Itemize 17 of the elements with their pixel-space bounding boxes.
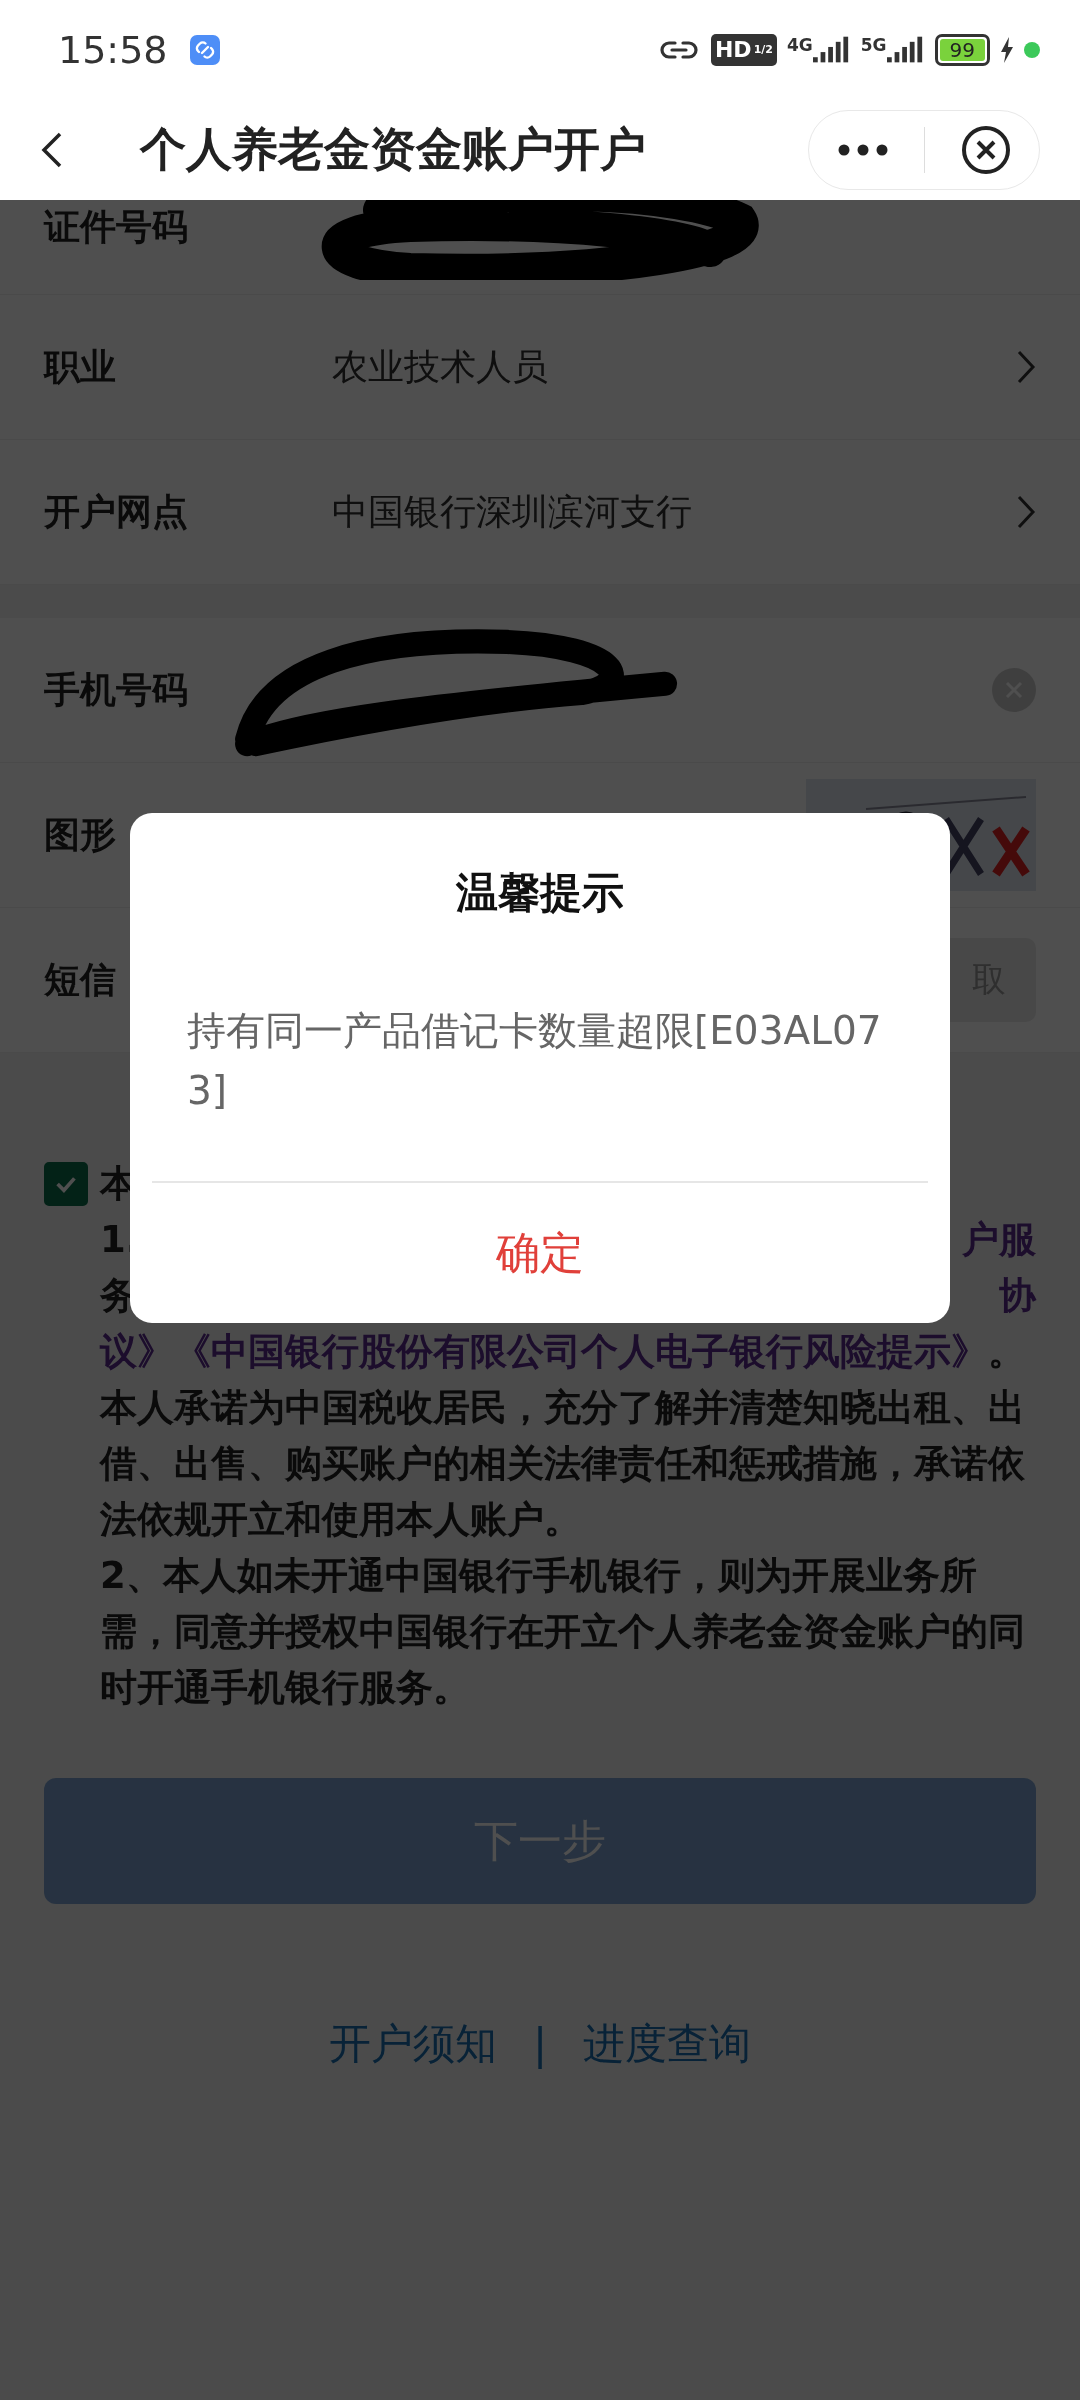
field-label: 图形 (44, 812, 116, 857)
agreement-text: 2、本人如未开通中国银行手机银行，则为开展业务所需，同意并授权中国银行在开立个人养老金资金账户的同时开通手机银行服务。 (100, 1553, 1026, 1711)
field-label: 手机号码 (44, 667, 188, 712)
page-title: 个人养老金资金账户开户 (140, 121, 646, 178)
battery-icon: 99 (934, 34, 990, 66)
field-label: 证件号码 (44, 204, 188, 249)
field-label: 开户网点 (44, 489, 188, 534)
agreement-text: 务 (100, 1273, 137, 1319)
field-label: 短信 (44, 957, 116, 1002)
field-label: 职业 (44, 344, 116, 389)
agreement-text: 议》《中国银行股份有限公司个人电子银行风险提示》。本人承诺为中国税收居民，充分了解并清楚知晓出租、出借、出售、购买账户的相关法律责任和惩戒措施，承诺依法依规开立和使用本人账户。 (100, 1329, 1026, 1543)
network-label: 5G (860, 35, 887, 55)
dialog-message: 持有同一产品借记卡数量超限[E03AL073] (186, 1007, 883, 1115)
link-separator: | (532, 2019, 548, 2069)
network-label: 4G (786, 35, 813, 55)
dialog-title: 温馨提示 (455, 867, 625, 919)
status-time: 15:58 (58, 28, 168, 72)
